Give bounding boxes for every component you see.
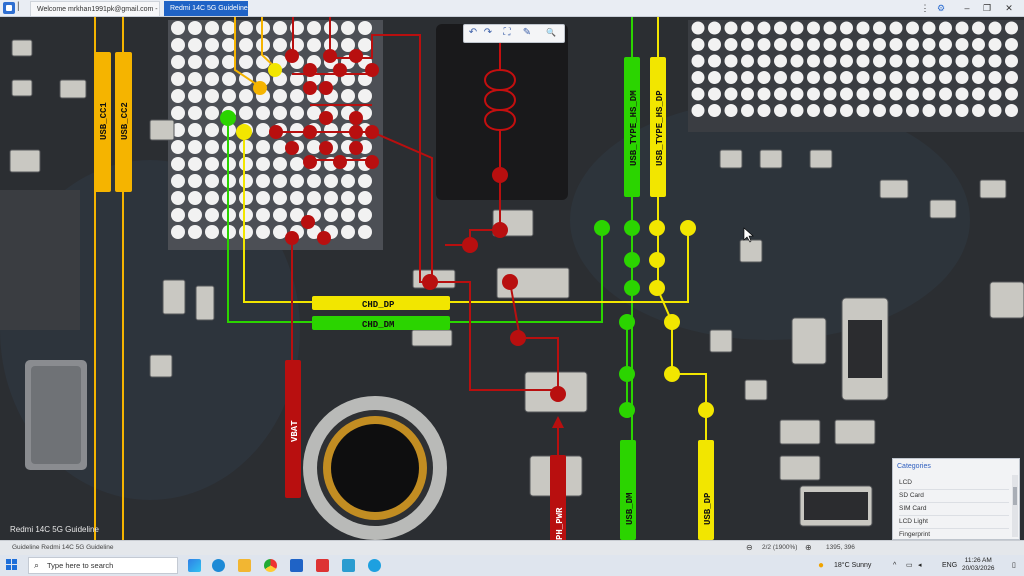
category-lcd-light[interactable]: LCD Light [899, 516, 1009, 529]
label-usb-type-hs-dp: USB_TYPE_HS_DP [655, 90, 665, 166]
minimize-button[interactable]: – [960, 1, 974, 15]
search-icon: ⌕ [34, 560, 40, 570]
app-icon-blue[interactable] [342, 559, 355, 572]
tab-guideline[interactable]: Redmi 14C 5G Guideline [164, 1, 248, 16]
category-sim-card[interactable]: SIM Card [899, 503, 1009, 516]
categories-scrollbar[interactable] [1012, 475, 1018, 537]
schematic-canvas[interactable]: USB_CC1 USB_CC2 USB_TYPE_HS_DM USB_TYPE_… [0, 17, 1024, 540]
label-usb-cc1: USB_CC1 [99, 102, 109, 140]
categories-list: LCD SD Card SIM Card LCD Light Fingerpri… [899, 477, 1009, 542]
copilot-icon[interactable] [188, 559, 201, 572]
category-lcd[interactable]: LCD [899, 477, 1009, 490]
viewer-watermark: Redmi 14C 5G Guideline [10, 525, 99, 534]
cursor-coordinates: 1395, 396 [826, 544, 855, 551]
status-text: Guideline Redmi 14C 5G Guideline [12, 544, 114, 551]
weather-sun-icon: ● [818, 560, 825, 571]
tray-chevron-icon[interactable]: ^ [893, 555, 896, 576]
clock-time: 11:26 AM [964, 557, 992, 564]
rotate-left-icon[interactable]: ↶ [466, 26, 480, 40]
close-button[interactable]: ✕ [1002, 1, 1016, 15]
categories-panel: Categories LCD SD Card SIM Card LCD Ligh… [892, 458, 1020, 542]
settings-gear-icon[interactable]: ⚙ [934, 1, 948, 15]
edge-icon[interactable] [212, 559, 225, 572]
maximize-button[interactable]: ❐ [980, 1, 994, 15]
weather-text[interactable]: 18°C Sunny [834, 555, 871, 576]
label-chd-dm: CHD_DM [362, 320, 394, 330]
windows-start-icon[interactable] [6, 559, 18, 571]
tab-welcome[interactable]: Welcome mrkhan1991pk@gmail.com - Orion [30, 1, 160, 16]
chrome-icon[interactable] [264, 559, 277, 572]
more-icon[interactable]: ⋮ [918, 1, 932, 15]
tab-separator: | [17, 1, 20, 12]
app-icon[interactable] [3, 2, 15, 14]
network-icon[interactable]: ▭ [906, 555, 913, 576]
app-icon-red[interactable] [316, 559, 329, 572]
label-vbat: VBAT [290, 420, 300, 442]
pcb-board-image: USB_CC1 USB_CC2 USB_TYPE_HS_DM USB_TYPE_… [0, 17, 1024, 540]
label-usb-dm: USB_DM [625, 493, 635, 525]
pen-icon[interactable]: ✎ [520, 26, 534, 40]
taskbar-search-input[interactable]: ⌕ Type here to search [28, 557, 178, 574]
file-explorer-icon[interactable] [238, 559, 251, 572]
zoom-in-icon[interactable]: ⊕ [805, 543, 812, 552]
fit-screen-icon[interactable]: ⛶ [500, 26, 514, 40]
label-usb-type-hs-dm: USB_TYPE_HS_DM [629, 90, 639, 166]
label-chd-dp: CHD_DP [362, 300, 395, 310]
search-icon[interactable]: 🔍 [544, 26, 558, 40]
title-bar: | Welcome mrkhan1991pk@gmail.com - Orion… [0, 0, 1024, 17]
label-usb-dp: USB_DP [703, 492, 713, 525]
app-icon-round[interactable] [368, 559, 381, 572]
taskbar: ⌕ Type here to search ● 18°C Sunny ^ ▭ ◂… [0, 555, 1024, 576]
clock-date: 20/03/2026 [962, 565, 995, 572]
orion-app-icon[interactable] [290, 559, 303, 572]
viewer-toolbar: ↶ ↷ ⛶ ✎ 🔍 [463, 24, 565, 43]
categories-header: Categories [897, 463, 931, 470]
volume-icon[interactable]: ◂ [918, 555, 922, 576]
status-bar: Guideline Redmi 14C 5G Guideline ⊖ 2/2 (… [0, 540, 1024, 555]
zoom-level: 2/2 (1900%) [762, 544, 798, 551]
rotate-right-icon[interactable]: ↷ [481, 26, 495, 40]
label-usb-cc2: USB_CC2 [120, 102, 130, 140]
label-ph-pwr: PH_PWR [555, 507, 565, 540]
category-sd-card[interactable]: SD Card [899, 490, 1009, 503]
notifications-icon[interactable]: ▯ [1012, 555, 1016, 576]
language-indicator[interactable]: ENG [942, 555, 957, 576]
zoom-out-icon[interactable]: ⊖ [746, 543, 753, 552]
taskbar-clock[interactable]: 11:26 AM 20/03/2026 [962, 557, 995, 573]
